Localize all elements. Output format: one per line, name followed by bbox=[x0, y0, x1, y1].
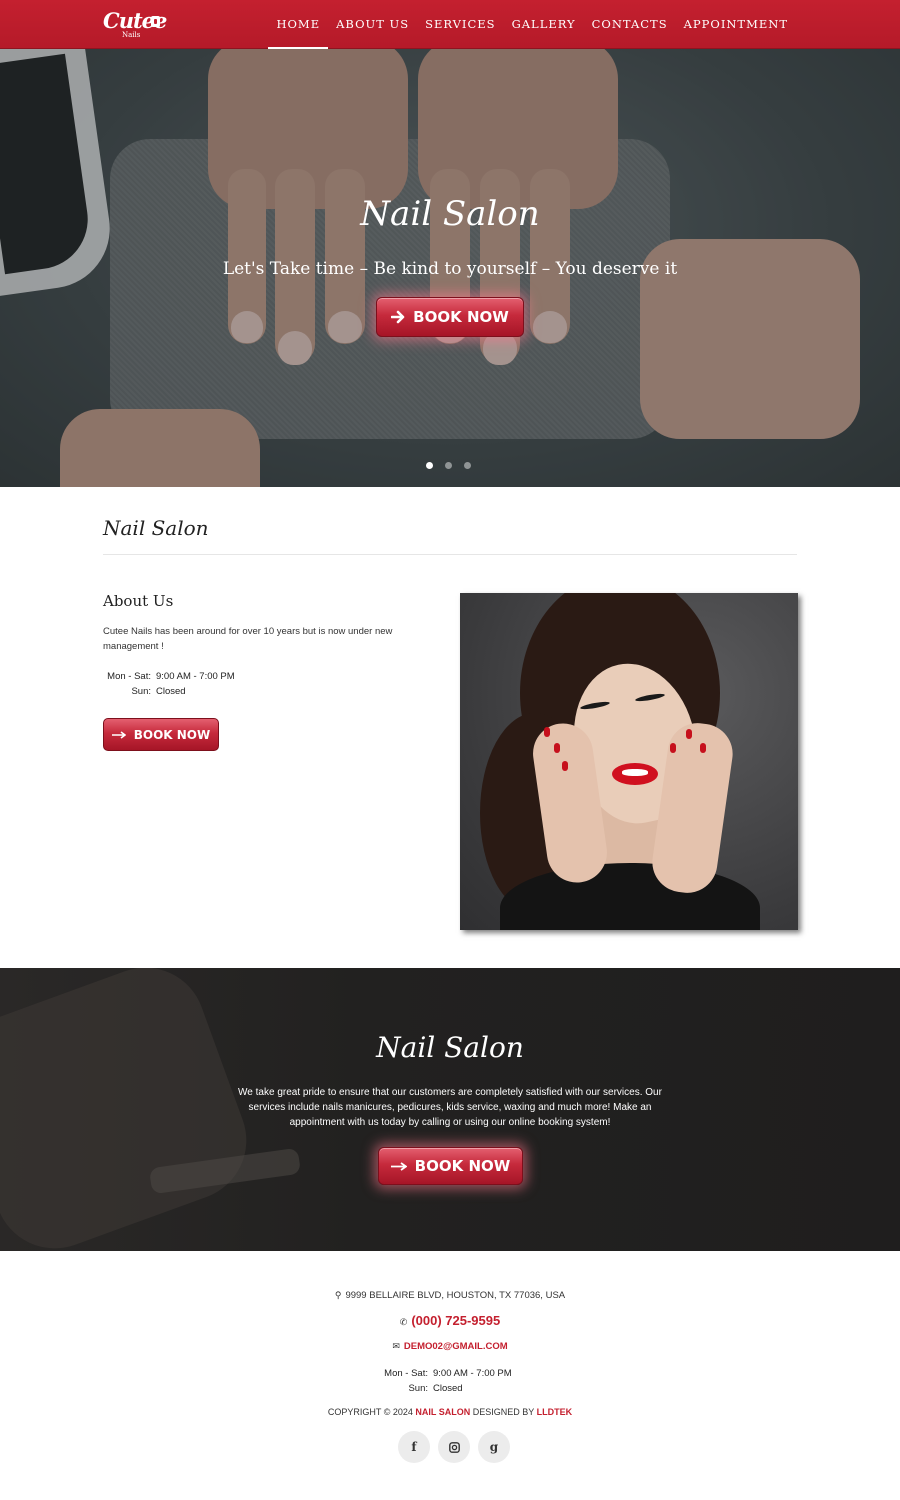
section-title: Nail Salon bbox=[103, 516, 209, 540]
hero-book-now-button[interactable]: BOOK NOW bbox=[376, 297, 524, 337]
nav-contacts[interactable]: CONTACTS bbox=[584, 0, 676, 49]
hours-time: 9:00 AM - 7:00 PM bbox=[156, 671, 235, 682]
about-book-now-button[interactable]: BOOK NOW bbox=[103, 718, 219, 751]
red-nail bbox=[554, 743, 560, 753]
footer-address: ⚲ 9999 BELLAIRE BLVD, HOUSTON, TX 77036, … bbox=[0, 1290, 900, 1301]
hero-slider: Nail Salon Let's Take time – Be kind to … bbox=[0, 49, 900, 487]
logo-subtext: Nails bbox=[122, 31, 141, 39]
facebook-icon[interactable]: f bbox=[398, 1431, 430, 1463]
copyright-brand[interactable]: NAIL SALON bbox=[415, 1407, 470, 1417]
hero-book-now-label: BOOK NOW bbox=[413, 308, 509, 326]
about-text: Cutee Nails has been around for over 10 … bbox=[103, 626, 393, 652]
hours-time: 9:00 AM - 7:00 PM bbox=[433, 1368, 512, 1379]
instagram-icon[interactable] bbox=[438, 1431, 470, 1463]
hours-time: Closed bbox=[433, 1383, 463, 1394]
red-nail bbox=[686, 729, 692, 739]
hours-day: Mon - Sat: bbox=[384, 1368, 428, 1379]
nav-appointment[interactable]: APPOINTMENT bbox=[676, 0, 796, 49]
lips bbox=[612, 763, 658, 785]
footer-hours: Mon - Sat: 9:00 AM - 7:00 PM Sun: Closed bbox=[378, 1366, 512, 1396]
model-photo bbox=[460, 593, 798, 930]
red-nail bbox=[670, 743, 676, 753]
long-arrow-right-icon bbox=[111, 730, 126, 739]
instagram-glyph bbox=[448, 1441, 460, 1453]
hours-day: Sun: bbox=[131, 686, 151, 697]
promo-text: We take great pride to ensure that our c… bbox=[238, 1087, 662, 1128]
hero-subtitle: Let's Take time – Be kind to yourself – … bbox=[222, 259, 678, 279]
map-marker-icon: ⚲ bbox=[334, 1290, 342, 1300]
copyright-designer[interactable]: LLDTEK bbox=[537, 1407, 573, 1417]
long-arrow-right-icon bbox=[390, 1161, 407, 1171]
copyright-designed-by: DESIGNED BY bbox=[472, 1407, 535, 1417]
hours-day: Mon - Sat: bbox=[107, 671, 151, 682]
promo-book-now-button[interactable]: BOOK NOW bbox=[378, 1147, 523, 1185]
email-text[interactable]: DEMO02@GMAIL.COM bbox=[404, 1341, 508, 1352]
about-hours: Mon - Sat: 9:00 AM - 7:00 PM Sun: Closed bbox=[104, 669, 235, 699]
promo-section: Nail Salon We take great pride to ensure… bbox=[0, 968, 900, 1251]
copyright: COPYRIGHT © 2024 NAIL SALON DESIGNED BY … bbox=[0, 1407, 900, 1417]
nav-gallery[interactable]: GALLERY bbox=[504, 0, 584, 49]
promo-title: Nail Salon bbox=[376, 1031, 524, 1064]
polish-bottle-icon bbox=[151, 16, 160, 27]
hours-row: Mon - Sat: 9:00 AM - 7:00 PM bbox=[378, 1366, 512, 1381]
hero-title: Nail Salon bbox=[360, 194, 540, 234]
promo-book-now-label: BOOK NOW bbox=[414, 1157, 511, 1175]
address-text: 9999 BELLAIRE BLVD, HOUSTON, TX 77036, U… bbox=[345, 1290, 566, 1301]
slider-dot-1[interactable] bbox=[426, 462, 433, 469]
nav-about-us[interactable]: ABOUT US bbox=[328, 0, 417, 49]
red-nail bbox=[544, 727, 550, 737]
nav-home[interactable]: HOME bbox=[268, 0, 328, 50]
arrow-right-icon bbox=[391, 310, 405, 324]
hours-day: Sun: bbox=[408, 1383, 428, 1394]
phone-text[interactable]: (000) 725-9595 bbox=[411, 1313, 500, 1328]
slider-dot-2[interactable] bbox=[445, 462, 452, 469]
footer-email[interactable]: ✉ DEMO02@GMAIL.COM bbox=[0, 1341, 900, 1352]
main-nav: HOME ABOUT US SERVICES GALLERY CONTACTS … bbox=[268, 0, 796, 50]
hours-row: Sun: Closed bbox=[104, 684, 235, 699]
hours-row: Mon - Sat: 9:00 AM - 7:00 PM bbox=[104, 669, 235, 684]
red-nail bbox=[562, 761, 568, 771]
slider-dot-3[interactable] bbox=[464, 462, 471, 469]
google-icon[interactable]: g bbox=[478, 1431, 510, 1463]
top-navbar: Cutee Nails HOME ABOUT US SERVICES GALLE… bbox=[0, 0, 900, 50]
footer-phone[interactable]: ✆ (000) 725-9595 bbox=[0, 1313, 900, 1328]
red-nail bbox=[700, 743, 706, 753]
hours-row: Sun: Closed bbox=[378, 1381, 512, 1396]
social-links: f g bbox=[398, 1431, 510, 1463]
envelope-icon: ✉ bbox=[392, 1341, 400, 1351]
hours-time: Closed bbox=[156, 686, 186, 697]
section-divider bbox=[103, 554, 797, 555]
nav-services[interactable]: SERVICES bbox=[417, 0, 503, 49]
about-heading: About Us bbox=[103, 592, 174, 610]
slider-dots bbox=[426, 462, 471, 469]
phone-icon: ✆ bbox=[399, 1317, 408, 1327]
about-book-now-label: BOOK NOW bbox=[133, 727, 211, 742]
copyright-prefix: COPYRIGHT © 2024 bbox=[327, 1407, 413, 1417]
brand-logo[interactable]: Cutee Nails bbox=[103, 8, 167, 42]
